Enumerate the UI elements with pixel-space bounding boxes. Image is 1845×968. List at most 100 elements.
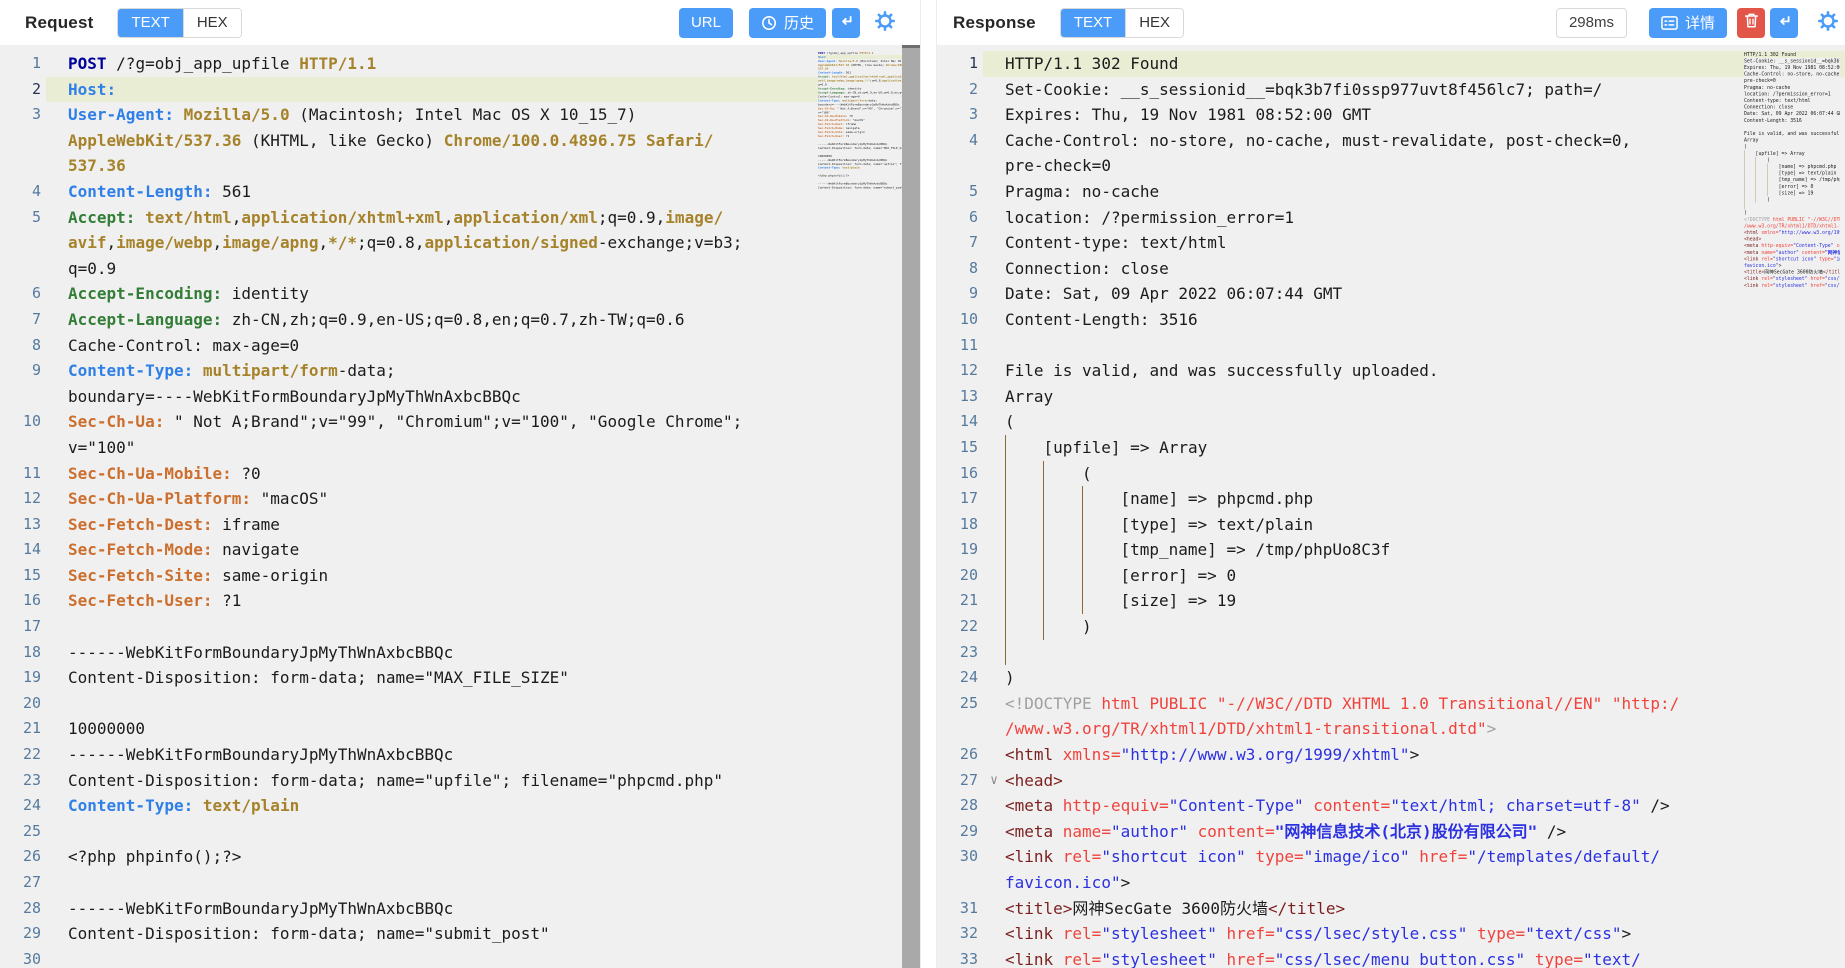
code-row: AppleWebKit/537.36 (KHTML, like Gecko) C…: [0, 128, 920, 154]
line-number: 28: [0, 896, 46, 922]
request-panel: Request TEXT HEX URL 历史: [0, 0, 921, 968]
response-view-tabs: TEXT HEX: [1060, 8, 1184, 38]
code-text: [tmp_name] => /tmp/phpUo8C3f: [1005, 537, 1845, 563]
code-text: Sec-Ch-Ua: " Not A;Brand";v="99", "Chrom…: [818, 106, 902, 110]
response-editor-body: 1HTTP/1.1 302 Found2Set-Cookie: __s_sess…: [937, 45, 1845, 968]
line-number: 14: [937, 409, 983, 435]
code-text: <?php phpinfo();?>: [68, 844, 920, 870]
gear-icon: [1817, 10, 1839, 35]
code-text: v="100": [68, 435, 920, 461]
fold-arrow-icon[interactable]: ∨: [983, 768, 1005, 794]
code-text: /www.w3.org/TR/xhtml1/DTD/xhtml1-transit…: [1005, 716, 1845, 742]
response-header: Response TEXT HEX 298ms 详情: [937, 0, 1845, 45]
line-number: 24: [937, 665, 983, 691]
request-settings-button[interactable]: [874, 10, 896, 35]
code-text: <link rel="stylesheet" href="css/lsec/me…: [1005, 947, 1845, 968]
code-text: <link rel="stylesheet" href="css/lsec/st…: [1005, 921, 1845, 947]
code-row: 2110000000: [0, 716, 920, 742]
line-number: 13: [0, 512, 46, 538]
indent-guide: [1005, 512, 1044, 538]
code-text: Pragma: no-cache: [1005, 179, 1845, 205]
code-row: 7Accept-Language: zh-CN,zh;q=0.9,en-US;q…: [0, 307, 920, 333]
code-text: Accept: text/html,application/xhtml+xml,…: [68, 205, 920, 231]
fold-gutter: [983, 77, 1005, 103]
code-text: <link rel="stylesheet" href="css/lsec/st…: [1744, 275, 1840, 282]
code-row: 7Content-type: text/html: [937, 230, 1845, 256]
fold-gutter: [46, 640, 68, 666]
code-text: [68, 947, 920, 968]
request-view-tabs: TEXT HEX: [117, 8, 241, 38]
response-title: Response: [953, 13, 1036, 33]
indent-guide: [1744, 163, 1756, 170]
code-text: Date: Sat, 09 Apr 2022 06:07:44 GMT: [1005, 281, 1845, 307]
line-number: 8: [937, 256, 983, 282]
code-row: 24): [1744, 209, 1840, 216]
line-number: 30: [0, 947, 46, 968]
code-text: [upfile] => Array: [1005, 435, 1845, 461]
response-editor[interactable]: 1HTTP/1.1 302 Found2Set-Cookie: __s_sess…: [937, 51, 1845, 968]
response-settings-button[interactable]: [1817, 10, 1839, 35]
code-text: [name] => phpcmd.php: [1005, 486, 1845, 512]
list-detail-icon: [1661, 15, 1678, 31]
code-row: 10Sec-Ch-Ua: " Not A;Brand";v="99", "Chr…: [818, 106, 902, 110]
code-text: [1005, 640, 1845, 666]
url-button[interactable]: URL: [679, 8, 733, 38]
history-button[interactable]: 历史: [749, 8, 826, 38]
fold-gutter: [46, 896, 68, 922]
code-row: 5Accept: text/html,application/xhtml+xml…: [0, 205, 920, 231]
indent-guide: [1005, 435, 1044, 461]
line-number: [0, 256, 46, 282]
indent-guide: [1005, 614, 1044, 640]
fold-gutter: [983, 461, 1005, 487]
line-number: 26: [0, 844, 46, 870]
panel-divider[interactable]: [921, 0, 936, 968]
request-tab-text[interactable]: TEXT: [118, 9, 182, 37]
enter-arrow-icon: [1776, 13, 1792, 33]
request-scrollbar-thumb[interactable]: [902, 45, 920, 968]
code-text: Content-Disposition: form-data; name="MA…: [818, 146, 902, 150]
code-row: 17: [0, 614, 920, 640]
enter-arrow-icon: [838, 13, 854, 33]
code-row: 24): [937, 665, 1845, 691]
response-minimap[interactable]: 1HTTP/1.1 302 Found2Set-Cookie: __s_sess…: [1744, 51, 1840, 291]
request-scrollbar[interactable]: [902, 45, 920, 968]
request-tab-hex[interactable]: HEX: [183, 9, 241, 37]
indent-guide: [1043, 461, 1082, 487]
indent-guide: [1767, 163, 1779, 170]
request-editor[interactable]: 1POST /?g=obj_app_upfile HTTP/1.12Host:3…: [0, 51, 920, 968]
request-minimap[interactable]: 1POST /?g=obj_app_upfile HTTP/1.12Host:3…: [818, 51, 902, 201]
line-number: 22: [937, 614, 983, 640]
code-row: 537.36: [0, 153, 920, 179]
code-row: 2Set-Cookie: __s_sessionid__=bqk3b7fi0ss…: [937, 77, 1845, 103]
code-row: 5Pragma: no-cache: [937, 179, 1845, 205]
response-newline-toggle-button[interactable]: [1770, 8, 1798, 38]
response-tab-text[interactable]: TEXT: [1061, 9, 1125, 37]
code-row: 3Expires: Thu, 19 Nov 1981 08:52:00 GMT: [937, 102, 1845, 128]
code-text: Sec-Ch-Ua-Platform: "macOS": [68, 486, 920, 512]
code-row: 1HTTP/1.1 302 Found: [937, 51, 1845, 77]
fold-gutter: [983, 742, 1005, 768]
line-number: 18: [937, 512, 983, 538]
fold-gutter: [983, 256, 1005, 282]
indent-guide: [1043, 537, 1082, 563]
delete-button[interactable]: [1737, 8, 1765, 38]
line-number: 21: [0, 716, 46, 742]
details-button[interactable]: 详情: [1649, 8, 1727, 38]
fold-gutter: [46, 205, 68, 231]
code-row: 19[tmp_name] => /tmp/phpUo8C3f: [1744, 176, 1840, 183]
fold-gutter: [983, 870, 1005, 896]
fold-gutter: [983, 358, 1005, 384]
line-number: 25: [937, 691, 983, 717]
indent-guide: [1005, 486, 1044, 512]
fold-gutter: [46, 947, 68, 968]
code-row: 30: [818, 190, 902, 194]
fold-gutter: [46, 665, 68, 691]
response-toolbar: 298ms 详情: [1556, 8, 1839, 38]
newline-toggle-button[interactable]: [832, 8, 860, 38]
code-row: 20: [0, 691, 920, 717]
line-number: 10: [937, 307, 983, 333]
response-tab-hex[interactable]: HEX: [1125, 9, 1183, 37]
code-text: [name] => phpcmd.php: [1744, 163, 1840, 170]
code-row: 16Sec-Fetch-User: ?1: [0, 588, 920, 614]
fold-gutter: [46, 793, 68, 819]
